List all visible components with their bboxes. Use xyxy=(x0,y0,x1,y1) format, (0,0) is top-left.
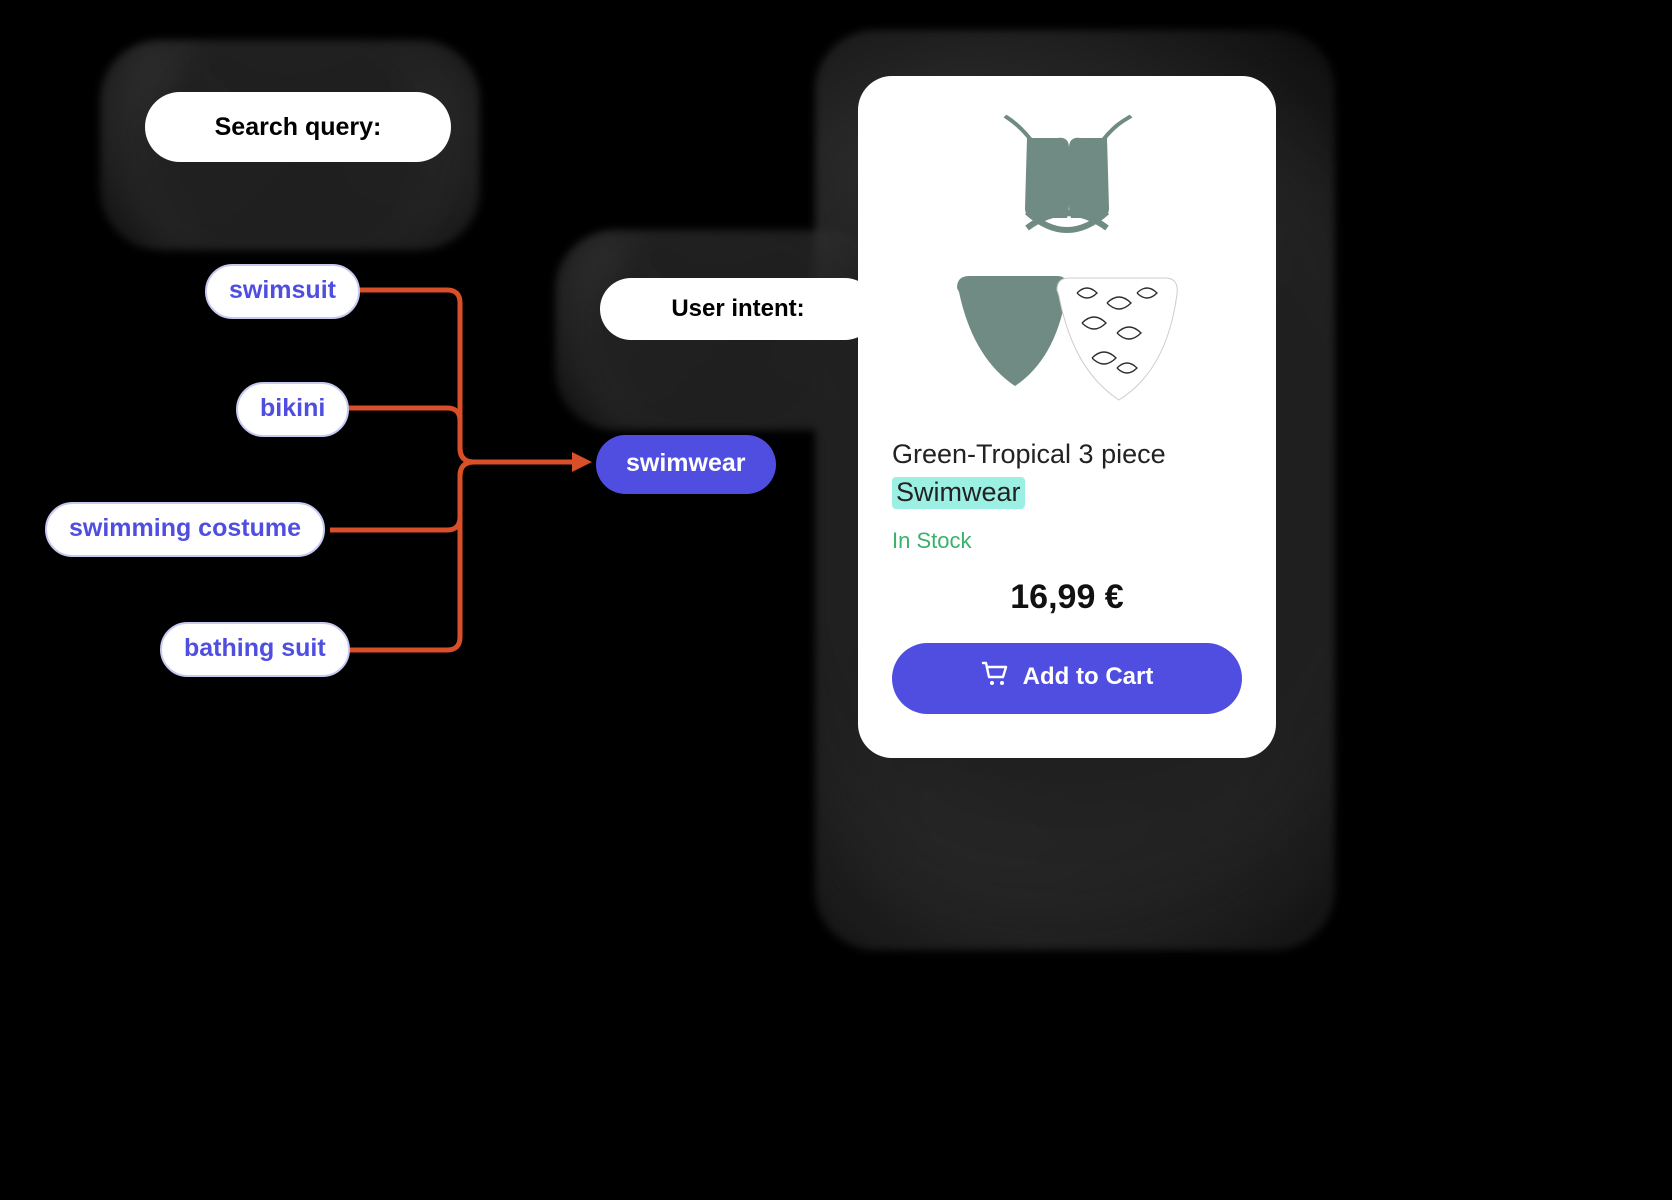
user-intent-value: swimwear xyxy=(596,435,776,494)
product-card: Green-Tropical 3 piece Swimwear In Stock… xyxy=(858,76,1276,758)
product-title-highlight: Swimwear xyxy=(892,477,1025,509)
product-title-prefix: Green-Tropical 3 piece xyxy=(892,439,1166,469)
add-to-cart-button[interactable]: Add to Cart xyxy=(892,643,1242,714)
add-to-cart-label: Add to Cart xyxy=(1023,663,1154,691)
stock-status: In Stock xyxy=(892,528,1242,554)
product-image xyxy=(892,108,1242,418)
connector-lines xyxy=(0,0,1672,1200)
search-query-label: Search query: xyxy=(145,92,451,162)
synonym-swimsuit: swimsuit xyxy=(205,264,360,319)
synonym-bathing-suit: bathing suit xyxy=(160,622,350,677)
cart-icon xyxy=(981,661,1009,694)
product-price: 16,99 € xyxy=(892,578,1242,617)
synonym-bikini: bikini xyxy=(236,382,349,437)
product-title: Green-Tropical 3 piece Swimwear xyxy=(892,436,1242,512)
user-intent-label: User intent: xyxy=(600,278,876,340)
synonym-swimming-costume: swimming costume xyxy=(45,502,325,557)
